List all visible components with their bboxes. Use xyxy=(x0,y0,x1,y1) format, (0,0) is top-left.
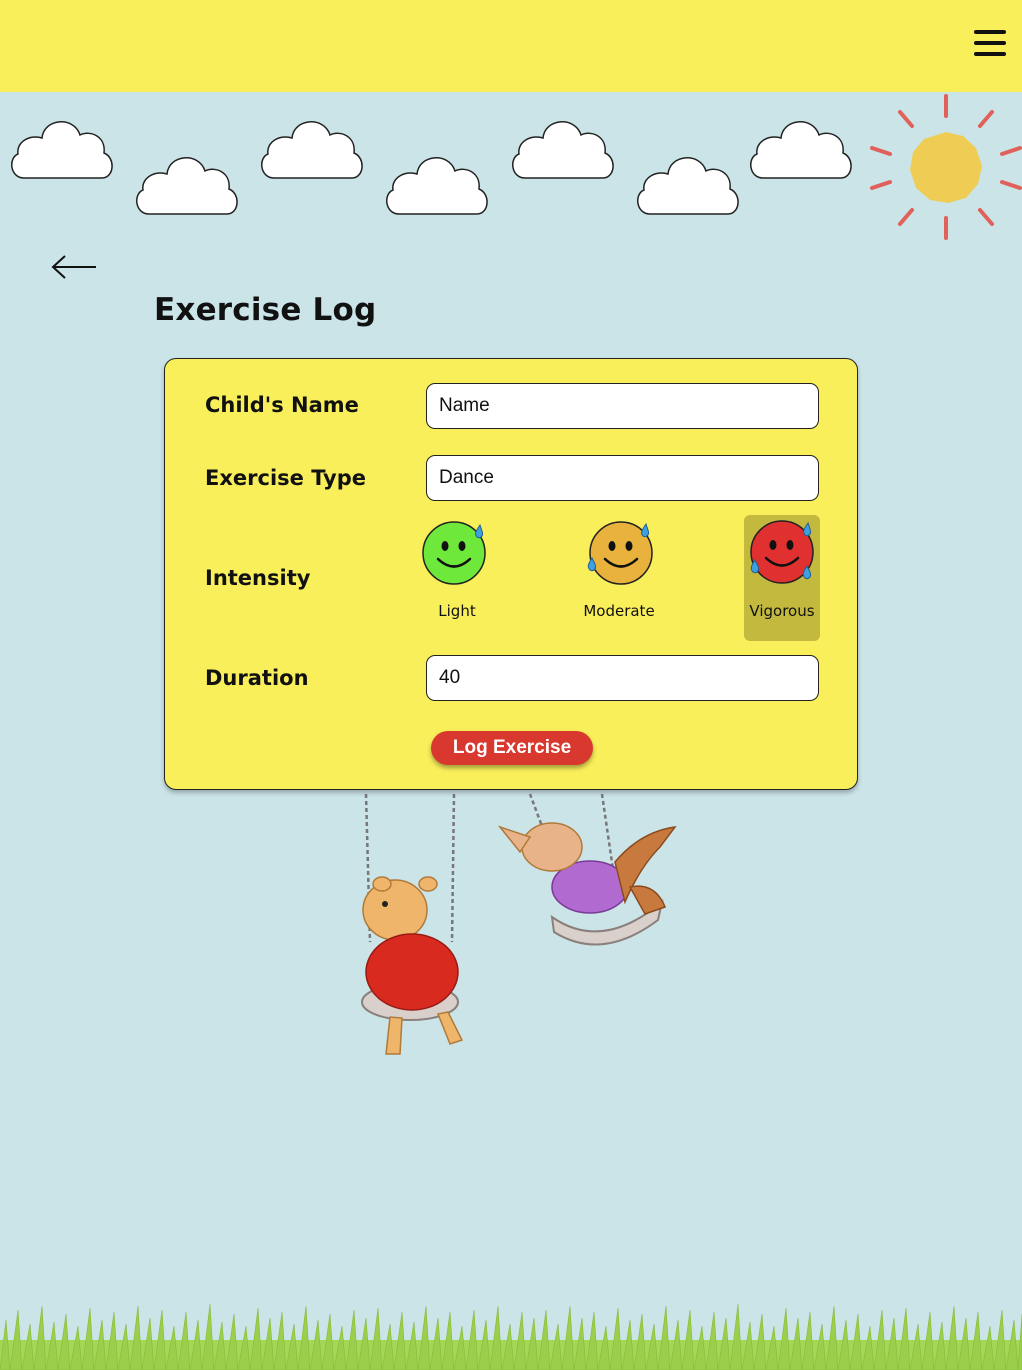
exercise-log-form: Child's Name Exercise Type Intensity Lig… xyxy=(164,358,858,790)
hamburger-menu-icon[interactable] xyxy=(974,28,1006,58)
cloud-icon xyxy=(136,157,238,215)
orange-sweaty-smiley-icon xyxy=(587,521,653,585)
cloud-icon xyxy=(512,121,614,179)
intensity-option-light[interactable]: Light xyxy=(419,515,495,641)
log-exercise-button[interactable]: Log Exercise xyxy=(431,731,593,765)
menu-line xyxy=(974,52,1006,56)
childs-name-label: Child's Name xyxy=(205,393,359,417)
duration-input[interactable] xyxy=(426,655,819,701)
cloud-icon xyxy=(386,157,488,215)
menu-line xyxy=(974,30,1006,34)
intensity-label: Intensity xyxy=(205,566,311,590)
childs-name-input[interactable] xyxy=(426,383,819,429)
intensity-option-label: Vigorous xyxy=(749,602,815,620)
green-sweaty-smiley-icon xyxy=(422,521,486,585)
intensity-option-moderate[interactable]: Moderate xyxy=(581,515,657,641)
exercise-type-input[interactable] xyxy=(426,455,819,501)
cloud-icon xyxy=(637,157,739,215)
cloud-icon xyxy=(750,121,852,179)
header-bar xyxy=(0,0,1022,92)
intensity-option-label: Light xyxy=(438,602,476,620)
duration-label: Duration xyxy=(205,666,309,690)
hamsters-on-swings-illustration xyxy=(361,793,677,1055)
intensity-option-label: Moderate xyxy=(583,602,655,620)
sun-icon xyxy=(870,94,1022,240)
red-sweaty-smiley-icon xyxy=(750,520,814,584)
arrow-left-icon[interactable] xyxy=(50,252,98,282)
grass-decoration xyxy=(0,1303,1022,1370)
menu-line xyxy=(974,41,1006,45)
cloud-icon xyxy=(261,121,363,179)
exercise-type-label: Exercise Type xyxy=(205,466,366,490)
page-title: Exercise Log xyxy=(154,292,377,328)
cloud-icon xyxy=(11,121,113,179)
intensity-option-vigorous[interactable]: Vigorous xyxy=(744,515,820,641)
